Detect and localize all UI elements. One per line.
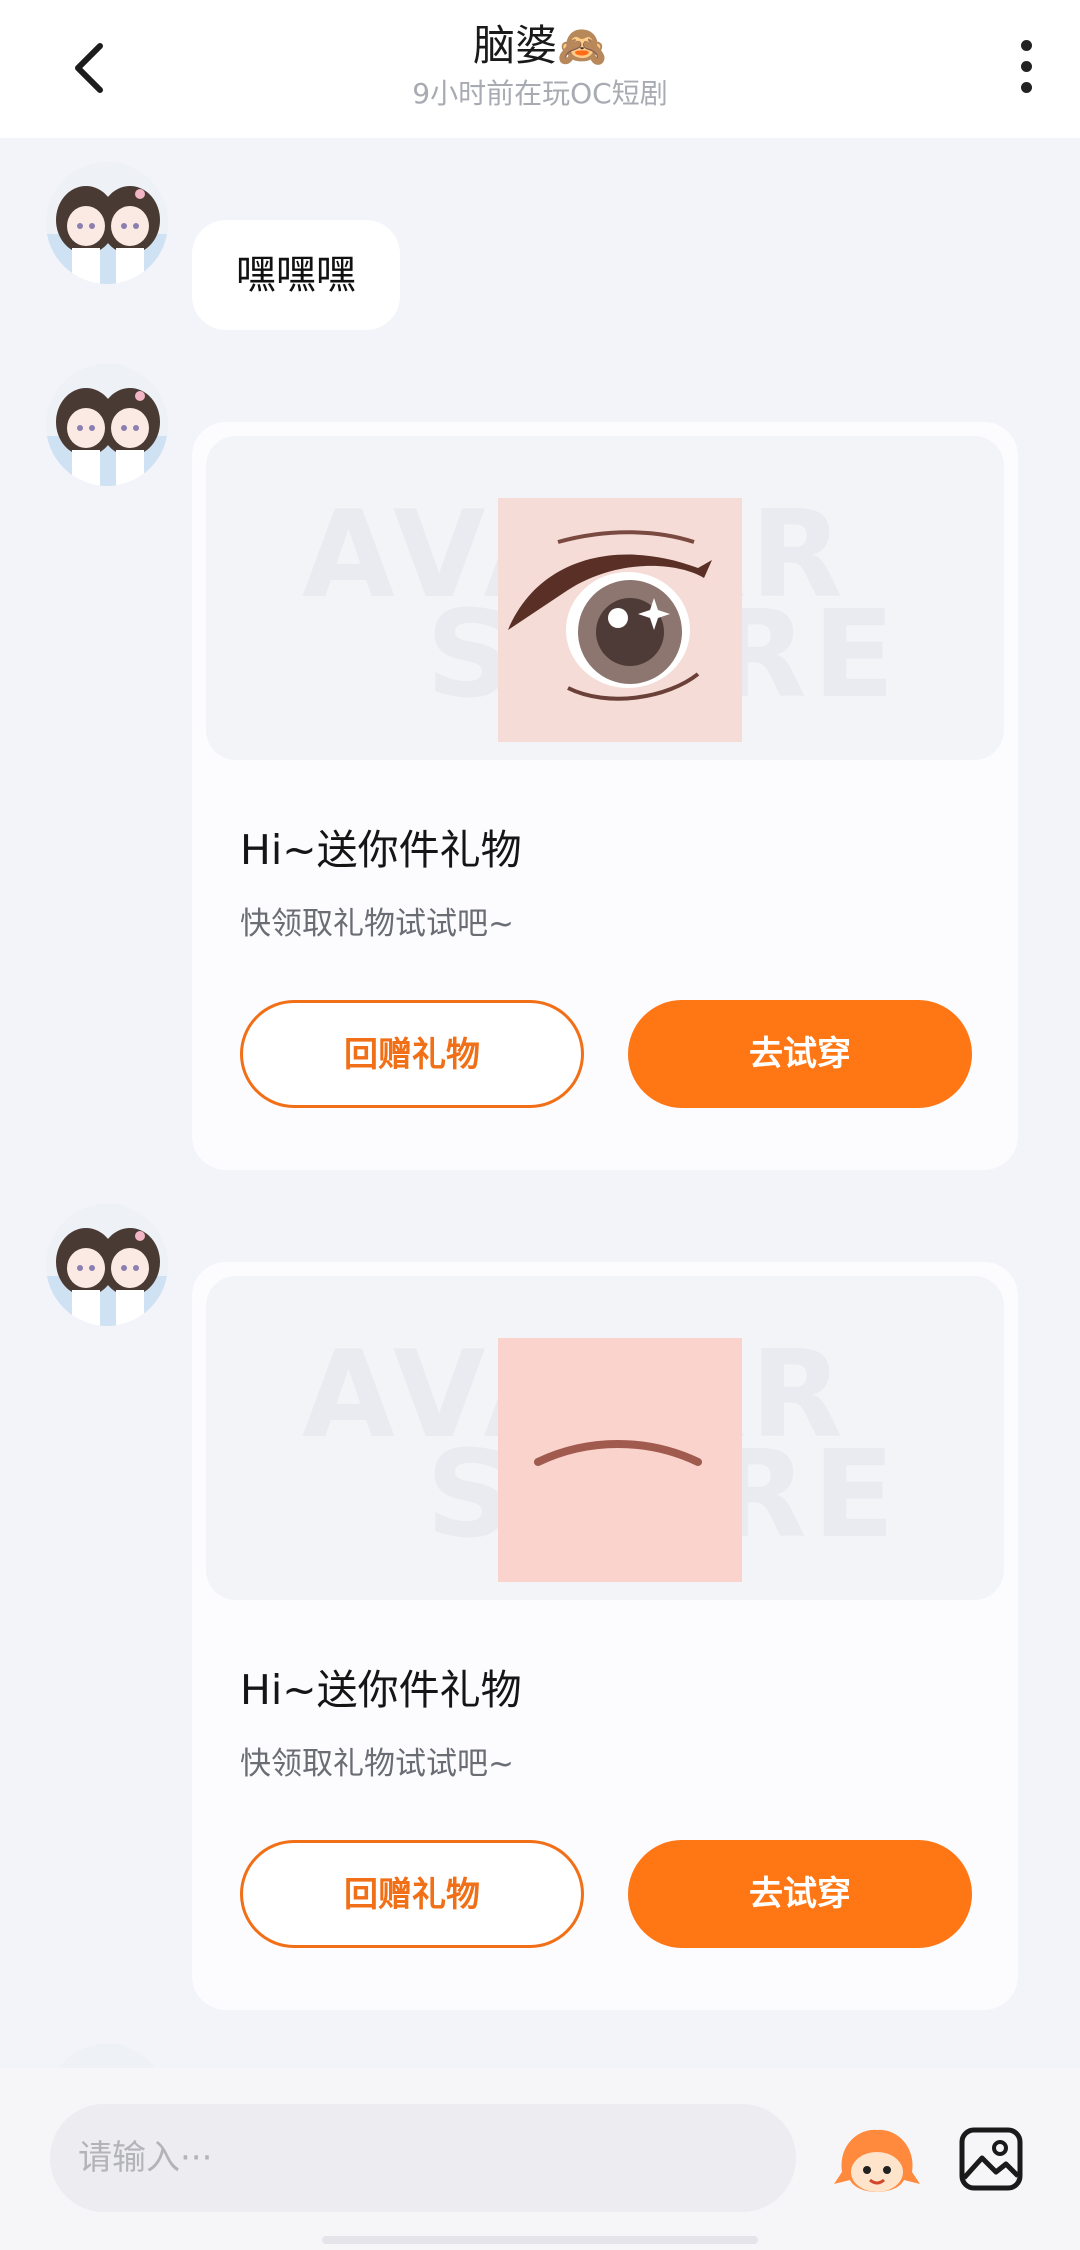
chat-title: 脑婆🙈 bbox=[0, 18, 1080, 75]
closed-eye-icon bbox=[498, 1338, 742, 1582]
more-options-button[interactable] bbox=[1006, 34, 1046, 100]
try-on-button[interactable]: 去试穿 bbox=[628, 1840, 972, 1948]
anime-eye-icon bbox=[498, 498, 742, 742]
monkey-emoji: 🙈 bbox=[557, 24, 607, 70]
return-gift-button[interactable]: 回赠礼物 bbox=[240, 1000, 584, 1108]
anime-girl-avatar-icon bbox=[46, 364, 168, 486]
input-bar: 请输入··· bbox=[0, 2068, 1080, 2250]
gift-description: 快领取礼物试试吧~ bbox=[240, 1746, 514, 1782]
avatar[interactable] bbox=[46, 1204, 168, 1326]
image-icon bbox=[959, 2127, 1023, 2191]
gift-preview: AVATAR STORE bbox=[206, 436, 1004, 760]
image-button[interactable] bbox=[956, 2124, 1026, 2194]
gift-preview: AVATAR STORE bbox=[206, 1276, 1004, 1600]
anime-girl-avatar-icon bbox=[46, 162, 168, 284]
chat-header: 脑婆🙈 9小时前在玩OC短剧 bbox=[0, 0, 1080, 138]
try-on-button[interactable]: 去试穿 bbox=[628, 1000, 972, 1108]
gift-title: Hi~送你件礼物 bbox=[240, 1666, 522, 1714]
return-gift-button[interactable]: 回赠礼物 bbox=[240, 1840, 584, 1948]
mascot-icon bbox=[834, 2129, 920, 2192]
contact-status: 9小时前在玩OC短剧 bbox=[412, 77, 668, 110]
avatar[interactable] bbox=[46, 162, 168, 284]
contact-name: 脑婆 bbox=[473, 21, 558, 70]
message-input[interactable]: 请输入··· bbox=[50, 2104, 796, 2212]
anime-girl-avatar-icon bbox=[46, 1204, 168, 1326]
avatar[interactable] bbox=[46, 364, 168, 486]
gift-card[interactable]: AVATAR STORE Hi~送你件礼物 快领取礼物试试吧~ 回赠礼物 去试穿 bbox=[192, 1262, 1018, 2010]
more-vertical-icon bbox=[1021, 40, 1032, 51]
gift-title: Hi~送你件礼物 bbox=[240, 826, 522, 874]
gift-description: 快领取礼物试试吧~ bbox=[240, 906, 514, 942]
gift-card[interactable]: AVATAR STORE Hi~送你件礼物 快领取礼物试试吧~ 回赠礼物 去试穿 bbox=[192, 422, 1018, 1170]
text-message-bubble[interactable]: 嘿嘿嘿 bbox=[192, 220, 400, 330]
home-indicator bbox=[322, 2236, 758, 2244]
mascot-button[interactable] bbox=[832, 2122, 922, 2202]
